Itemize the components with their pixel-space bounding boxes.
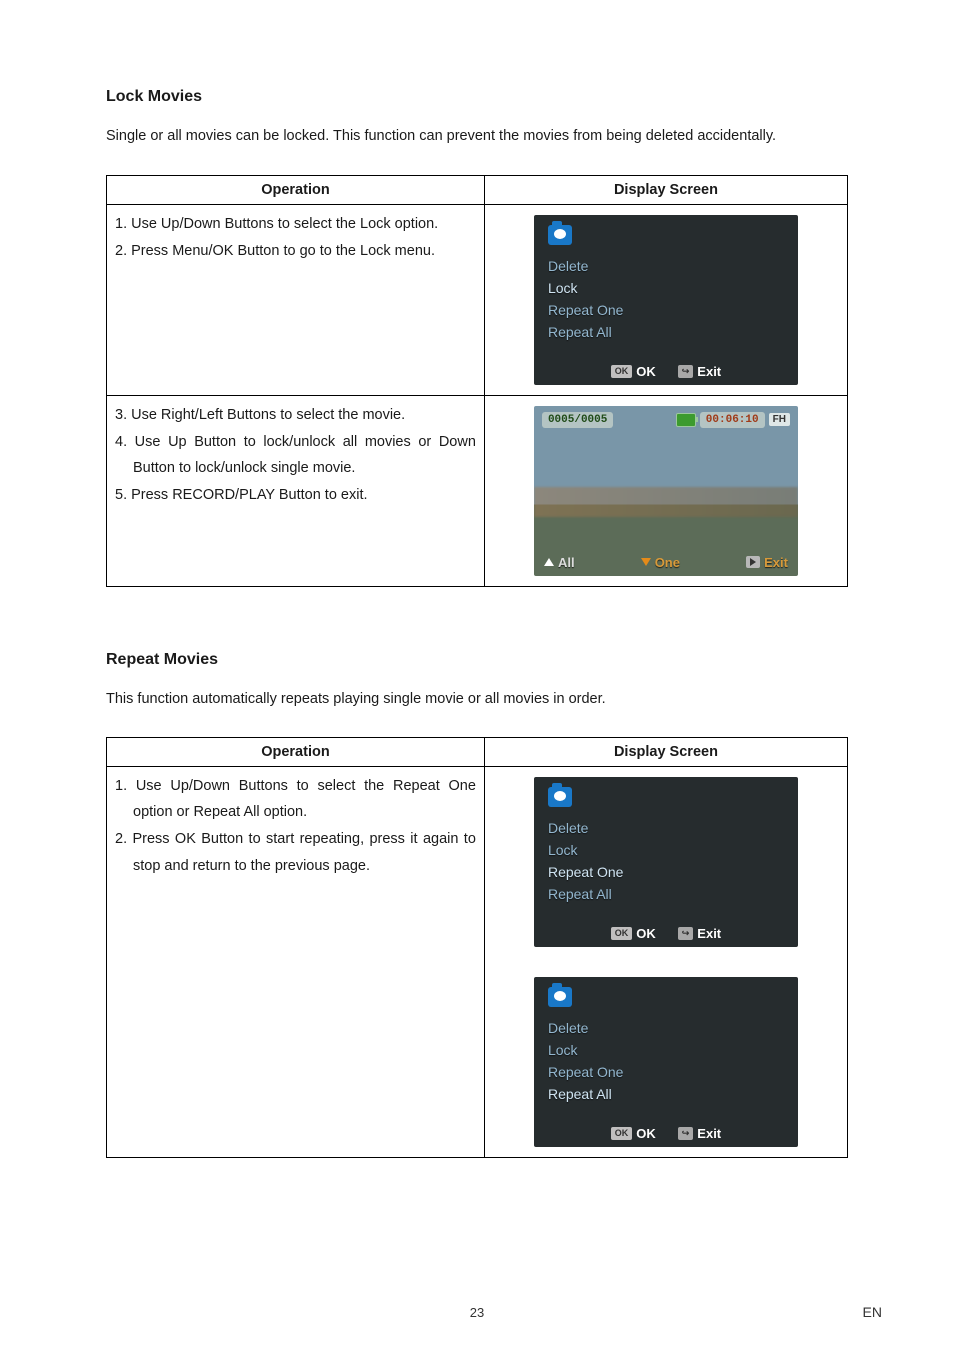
- exit-button-hint: ↪ Exit: [678, 1126, 721, 1141]
- repeat-row1-operation: 1. Use Up/Down Buttons to select the Rep…: [107, 767, 485, 1158]
- exit-label: Exit: [697, 926, 721, 941]
- fh-badge: FH: [769, 413, 790, 426]
- menu-item-repeat-all: Repeat All: [548, 883, 784, 905]
- up-arrow-icon: [544, 558, 554, 566]
- th-display-screen: Display Screen: [484, 175, 847, 204]
- camera-button-bar: OK OK ↪ Exit: [534, 1126, 798, 1141]
- exit-chip: ↪: [678, 1127, 694, 1140]
- camera-menu-list: Delete Lock Repeat One Repeat All: [548, 817, 784, 905]
- camera-menu-screen-lock: Delete Lock Repeat One Repeat All OK OK …: [534, 215, 798, 385]
- lock-step2: 2. Press Menu/OK Button to go to the Loc…: [115, 238, 476, 264]
- playback-time: 00:06:10: [700, 412, 765, 428]
- th-operation: Operation: [107, 175, 485, 204]
- camera-menu-screen-repeat-one: Delete Lock Repeat One Repeat All OK OK …: [534, 777, 798, 947]
- playback-all-hint: All: [544, 555, 575, 570]
- exit-label: Exit: [697, 1126, 721, 1141]
- exit-chip: ↪: [678, 927, 694, 940]
- table-repeat-movies: Operation Display Screen 1. Use Up/Down …: [106, 737, 848, 1158]
- playback-bottombar: All One Exit: [544, 555, 788, 570]
- ok-chip: OK: [611, 1127, 633, 1140]
- down-arrow-icon: [641, 558, 651, 566]
- camera-icon: [548, 987, 572, 1007]
- ok-button-hint: OK OK: [611, 1126, 656, 1141]
- th-display-screen-2: Display Screen: [484, 738, 847, 767]
- battery-icon: [676, 413, 696, 427]
- table-lock-movies: Operation Display Screen 1. Use Up/Down …: [106, 175, 848, 587]
- lock-step5: 5. Press RECORD/PLAY Button to exit.: [115, 482, 476, 508]
- page-number: 23: [0, 1305, 954, 1320]
- playback-one-label: One: [655, 555, 680, 570]
- ok-chip: OK: [611, 927, 633, 940]
- repeat-row1-display: Delete Lock Repeat One Repeat All OK OK …: [484, 767, 847, 1158]
- playback-all-label: All: [558, 555, 575, 570]
- lock-row1-display: Delete Lock Repeat One Repeat All OK OK …: [484, 204, 847, 395]
- ok-chip: OK: [611, 365, 633, 378]
- menu-item-lock: Lock: [548, 277, 784, 299]
- heading-lock-movies: Lock Movies: [106, 88, 848, 106]
- menu-item-delete: Delete: [548, 817, 784, 839]
- playback-exit-hint: Exit: [746, 555, 788, 570]
- exit-button-hint: ↪ Exit: [678, 364, 721, 379]
- intro-lock-movies: Single or all movies can be locked. This…: [106, 124, 848, 149]
- menu-item-repeat-one: Repeat One: [548, 861, 784, 883]
- playback-counter: 0005/0005: [542, 412, 613, 428]
- exit-chip: ↪: [678, 365, 694, 378]
- ok-button-hint: OK OK: [611, 926, 656, 941]
- lock-step1: 1. Use Up/Down Buttons to select the Loc…: [115, 211, 476, 237]
- page-language: EN: [863, 1304, 882, 1320]
- ok-button-hint: OK OK: [611, 364, 656, 379]
- playback-exit-label: Exit: [764, 555, 788, 570]
- menu-item-lock: Lock: [548, 839, 784, 861]
- ok-label: OK: [636, 926, 656, 941]
- th-operation-2: Operation: [107, 738, 485, 767]
- exit-button-hint: ↪ Exit: [678, 926, 721, 941]
- exit-label: Exit: [697, 364, 721, 379]
- menu-item-repeat-one: Repeat One: [548, 1061, 784, 1083]
- menu-item-delete: Delete: [548, 1017, 784, 1039]
- menu-item-delete: Delete: [548, 255, 784, 277]
- repeat-step1: 1. Use Up/Down Buttons to select the Rep…: [115, 773, 476, 825]
- heading-repeat-movies: Repeat Movies: [106, 651, 848, 669]
- lock-step3: 3. Use Right/Left Buttons to select the …: [115, 402, 476, 428]
- camera-menu-screen-repeat-all: Delete Lock Repeat One Repeat All OK OK …: [534, 977, 798, 1147]
- intro-repeat-movies: This function automatically repeats play…: [106, 687, 848, 712]
- lock-row2-display: 0005/0005 00:06:10 FH All: [484, 395, 847, 586]
- repeat-step2: 2. Press OK Button to start repeating, p…: [115, 826, 476, 878]
- playback-topbar: 0005/0005 00:06:10 FH: [542, 412, 790, 428]
- camera-menu-list: Delete Lock Repeat One Repeat All: [548, 1017, 784, 1105]
- lock-step4: 4. Use Up Button to lock/unlock all movi…: [115, 429, 476, 481]
- menu-item-repeat-all: Repeat All: [548, 321, 784, 343]
- menu-item-repeat-all: Repeat All: [548, 1083, 784, 1105]
- play-exit-icon: [746, 556, 760, 568]
- camera-icon: [548, 225, 572, 245]
- ok-label: OK: [636, 1126, 656, 1141]
- camera-icon: [548, 787, 572, 807]
- document-page: Lock Movies Single or all movies can be …: [0, 0, 954, 1350]
- playback-one-hint: One: [641, 555, 680, 570]
- menu-item-repeat-one: Repeat One: [548, 299, 784, 321]
- camera-button-bar: OK OK ↪ Exit: [534, 364, 798, 379]
- menu-item-lock: Lock: [548, 1039, 784, 1061]
- camera-playback-screen: 0005/0005 00:06:10 FH All: [534, 406, 798, 576]
- camera-menu-list: Delete Lock Repeat One Repeat All: [548, 255, 784, 343]
- lock-row2-operation: 3. Use Right/Left Buttons to select the …: [107, 395, 485, 586]
- playback-scene-body: [534, 487, 798, 517]
- lock-row1-operation: 1. Use Up/Down Buttons to select the Loc…: [107, 204, 485, 395]
- camera-button-bar: OK OK ↪ Exit: [534, 926, 798, 941]
- ok-label: OK: [636, 364, 656, 379]
